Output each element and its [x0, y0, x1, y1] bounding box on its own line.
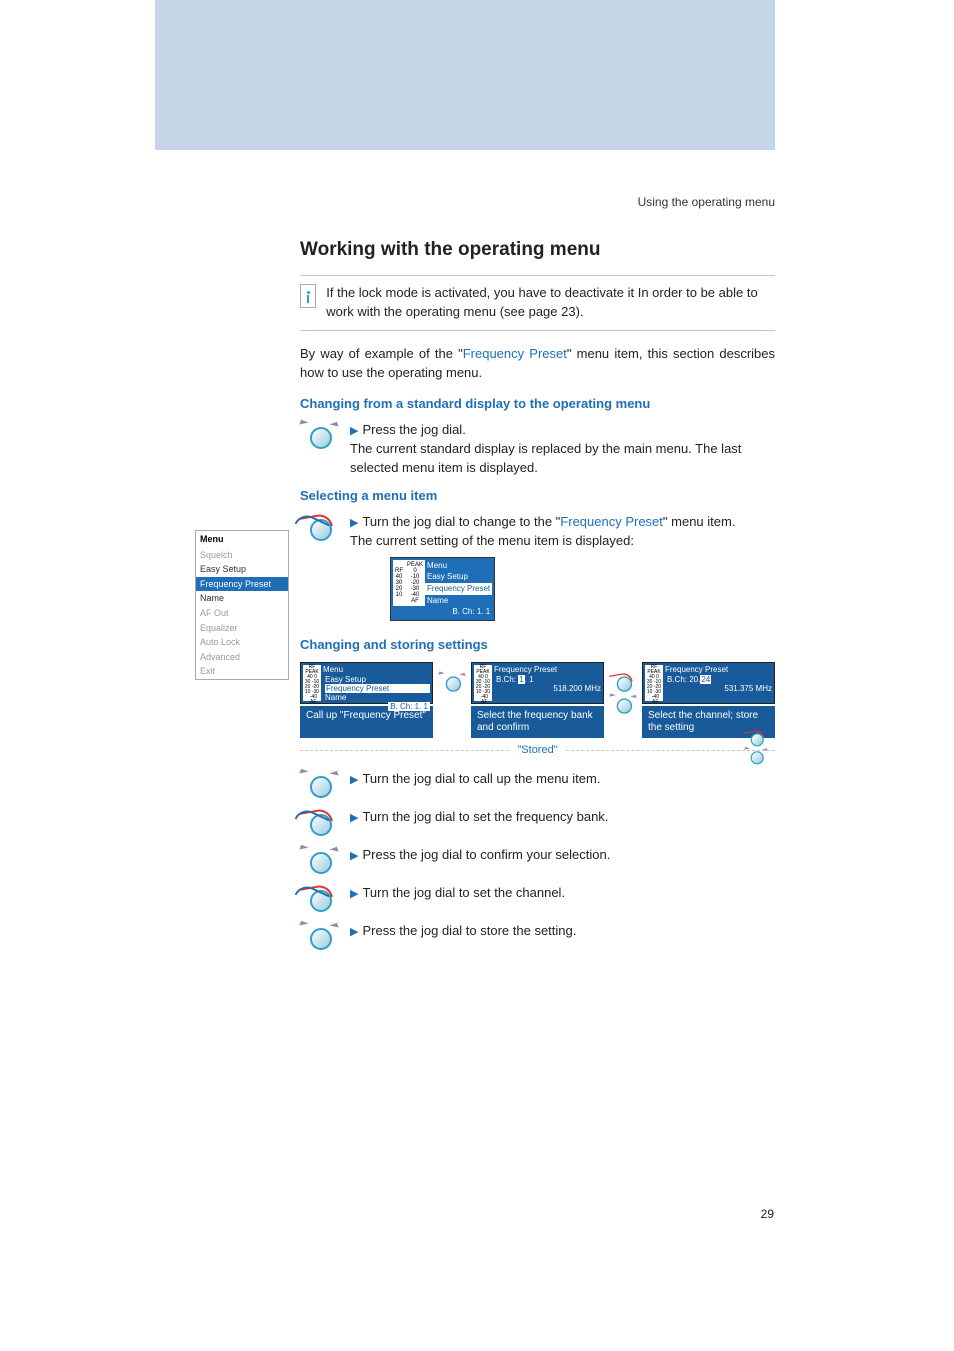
text: The current standard display is replaced… — [350, 441, 741, 475]
sidebar-item: Auto Lock — [196, 635, 288, 650]
bullet-icon: ▶ — [350, 812, 358, 824]
bullet-icon: ▶ — [350, 774, 358, 786]
lcd-line-selected: Frequency Preset — [425, 583, 492, 595]
text: The current setting of the menu item is … — [350, 533, 634, 548]
bullet-icon: ▶ — [350, 926, 358, 938]
sidebar-item: Equalizer — [196, 621, 288, 636]
meter: RF40302010 — [393, 560, 405, 606]
frequency-preset-link: Frequency Preset — [560, 514, 663, 529]
lcd: RF PEAK40 030 -1020 -2010 -30 -40 AF Fre… — [642, 662, 775, 704]
running-head: Using the operating menu — [300, 195, 775, 209]
lcd-title: Menu — [425, 560, 492, 572]
flow-arrow — [439, 668, 465, 696]
sidebar-item: Exit — [196, 664, 288, 679]
info-text: If the lock mode is activated, you have … — [326, 284, 775, 322]
step-text: ▶Press the jog dial to confirm your sele… — [350, 846, 610, 865]
lcd-footer: B. Ch: 1. 1 — [393, 606, 492, 618]
jog-dial-turn-icon — [745, 729, 768, 746]
jog-dial-turn-icon — [300, 808, 338, 836]
sidebar-item: Advanced — [196, 650, 288, 665]
sidebar-item: AF Out — [196, 606, 288, 621]
jog-dial-press-icon — [300, 846, 338, 874]
jog-dial-press-icon — [610, 694, 637, 714]
jog-dial-press-icon — [300, 421, 338, 449]
bullet-icon: ▶ — [350, 517, 358, 529]
sidebar-title: Menu — [196, 531, 288, 548]
flow-diagram: RF PEAK40 030 -1020 -2010 -30 -40 AF Men… — [300, 662, 775, 738]
meter: PEAK0-10-20-30-40AF — [405, 560, 425, 606]
jog-dial-turn-icon — [610, 672, 637, 692]
jog-dial-press-icon — [439, 672, 466, 692]
lcd: RF PEAK40 030 -1020 -2010 -30 -40 AF Men… — [300, 662, 433, 704]
bullet-icon: ▶ — [350, 850, 358, 862]
subheading: Changing from a standard display to the … — [300, 396, 775, 411]
flow-caption: Select the frequency bank and confirm — [471, 706, 604, 738]
frequency-preset-link: Frequency Preset — [463, 346, 567, 361]
bullet-icon: ▶ — [350, 888, 358, 900]
step-text: ▶ Press the jog dial. The current standar… — [350, 421, 775, 478]
stored-feedback-row: "Stored" — [300, 744, 775, 756]
sidebar-item: Squelch — [196, 548, 288, 563]
page-number: 29 — [761, 1207, 774, 1221]
subheading: Changing and storing settings — [300, 637, 775, 652]
lcd-line: Name — [425, 595, 492, 607]
text: By way of example of the " — [300, 346, 463, 361]
sidebar-menu-figure: Menu Squelch Easy Setup Frequency Preset… — [195, 530, 289, 680]
stored-label: "Stored" — [509, 744, 565, 756]
flow-card-2: RF PEAK40 030 -1020 -2010 -30 -40 AF Fre… — [471, 662, 604, 738]
bullet-icon: ▶ — [350, 425, 358, 437]
info-icon — [300, 284, 316, 308]
step-text: ▶Turn the jog dial to set the channel. — [350, 884, 565, 903]
jog-dial-press-icon — [300, 922, 338, 950]
step-text: ▶Turn the jog dial to set the frequency … — [350, 808, 608, 827]
info-box: If the lock mode is activated, you have … — [300, 275, 775, 331]
jog-dial-press-icon — [300, 770, 338, 798]
sidebar-item-selected: Frequency Preset — [196, 577, 288, 592]
step-text: ▶Turn the jog dial to call up the menu i… — [350, 770, 600, 789]
text: Turn the jog dial to change to the " — [362, 514, 560, 529]
flow-arrow — [610, 668, 636, 718]
flow-card-1: RF PEAK40 030 -1020 -2010 -30 -40 AF Men… — [300, 662, 433, 738]
sidebar-item: Easy Setup — [196, 562, 288, 577]
jog-dial-turn-icon — [300, 884, 338, 912]
lcd-line: Easy Setup — [425, 571, 492, 583]
lcd: RF PEAK40 030 -1020 -2010 -30 -40 AF Fre… — [471, 662, 604, 704]
sidebar-item: Name — [196, 591, 288, 606]
intro-paragraph: By way of example of the "Frequency Pres… — [300, 345, 775, 383]
step-text: ▶Press the jog dial to store the setting… — [350, 922, 576, 941]
text: " menu item. — [663, 514, 736, 529]
subheading: Selecting a menu item — [300, 488, 775, 503]
section-heading: Working with the operating menu — [300, 239, 775, 261]
lcd-preview: RF40302010 PEAK0-10-20-30-40AF Menu Easy… — [390, 557, 495, 621]
text: Press the jog dial. — [362, 422, 465, 437]
jog-dial-turn-icon — [300, 513, 338, 541]
header-band — [155, 0, 775, 150]
step-text: ▶Turn the jog dial to change to the "Fre… — [350, 513, 775, 627]
